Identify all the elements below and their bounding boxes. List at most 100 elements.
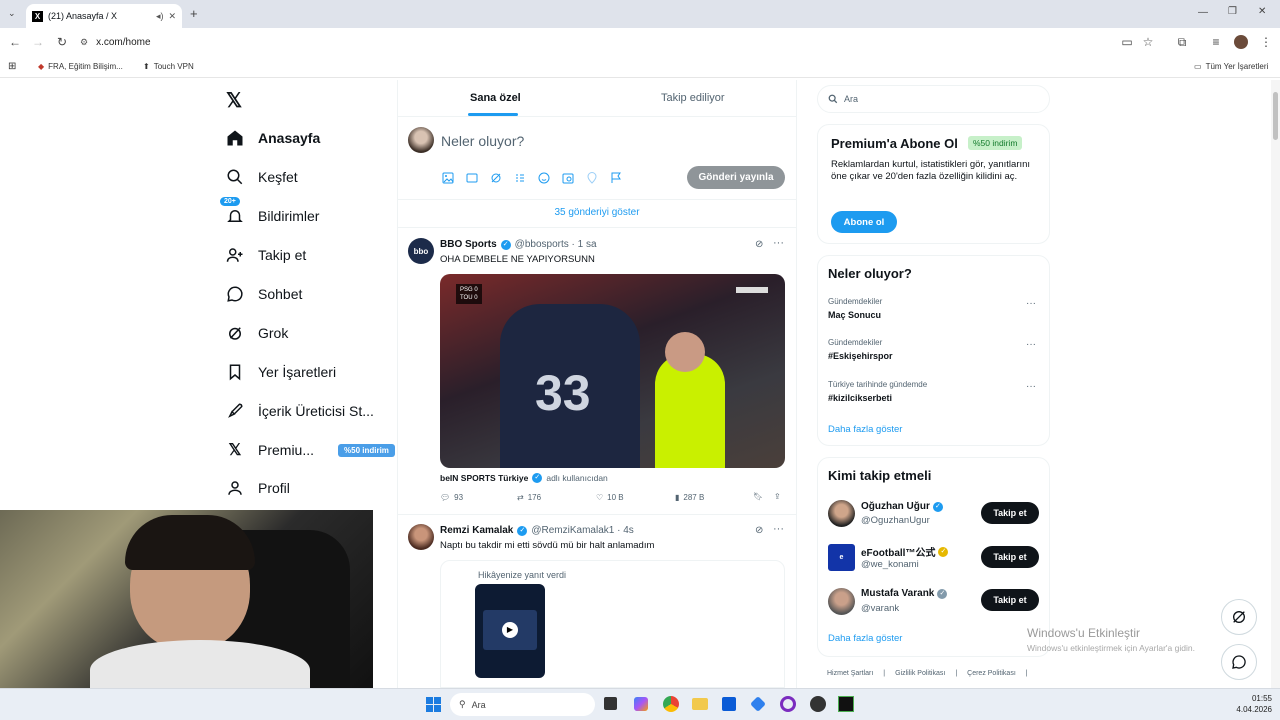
tab-for-you[interactable]: Sana özel [470, 92, 521, 106]
windows-start-icon[interactable] [426, 697, 441, 712]
tab-following[interactable]: Takip ediliyor [661, 92, 725, 106]
reply-button[interactable]: 💬︎ 93 [440, 493, 463, 502]
avatar[interactable] [408, 524, 434, 550]
nav-grok[interactable]: Grok [226, 318, 288, 348]
location-icon[interactable] [586, 171, 598, 189]
close-window-icon[interactable]: ✕ [1258, 6, 1266, 17]
poll-icon[interactable] [514, 171, 526, 189]
like-button[interactable]: ♡ 10 B [596, 493, 624, 502]
nav-home[interactable]: Anasayfa [226, 123, 320, 153]
post-button[interactable]: Gönderi yayınla [687, 166, 785, 189]
follow-suggestion-name[interactable]: Oğuzhan Uğur ✓ [861, 501, 943, 512]
bookmark-item[interactable]: ⬆ Touch VPN [143, 62, 194, 71]
profile-avatar-icon[interactable] [1234, 35, 1248, 49]
show-more-suggestions[interactable]: Daha fazla göster [828, 633, 902, 644]
more-icon[interactable]: ··· [1026, 298, 1036, 309]
tab-list-icon[interactable]: ⌄ [8, 8, 16, 19]
grok-post-icon[interactable]: ⊘ [755, 525, 763, 536]
back-icon[interactable]: ← [4, 35, 26, 49]
address-bar[interactable]: ⚙ x.com/home [80, 30, 1110, 54]
avatar[interactable]: bbo [408, 238, 434, 264]
browser-tab[interactable]: X (21) Anasayfa / X ◂) ✕ [26, 4, 182, 28]
nav-premium[interactable]: 𝕏 Premiu... %50 indirim [226, 435, 395, 465]
trend-item[interactable]: Gündemdekiler #Eskişehirspor [828, 338, 893, 361]
apps-grid-icon[interactable]: ⊞ [8, 61, 16, 72]
close-tab-icon[interactable]: ✕ [168, 11, 176, 22]
minimize-icon[interactable]: — [1198, 7, 1208, 18]
nav-chat[interactable]: Sohbet [226, 279, 302, 309]
post-video[interactable]: 33 PSG 0 TOU 0 [440, 274, 785, 468]
messages-floating-button[interactable] [1221, 644, 1257, 680]
follow-suggestion-name[interactable]: eFootball™公式 ✓ [861, 544, 949, 559]
obs-icon[interactable] [780, 696, 796, 712]
scrollbar[interactable] [1271, 80, 1280, 688]
taskbar-search[interactable]: ⚲ Ara [450, 693, 595, 716]
emoji-icon[interactable] [538, 171, 550, 189]
schedule-icon[interactable] [562, 171, 574, 189]
all-bookmarks[interactable]: ▭ Tüm Yer İşaretleri [1194, 62, 1268, 71]
site-info-icon[interactable]: ⚙ [80, 37, 88, 48]
follow-suggestion-name[interactable]: Mustafa Varank ✓ [861, 588, 948, 599]
follow-button[interactable]: Takip et [981, 502, 1039, 524]
more-icon[interactable]: ··· [773, 237, 784, 249]
trend-item[interactable]: Türkiye tarihinde gündemde #kizilcikserb… [828, 380, 927, 403]
scrollbar-thumb[interactable] [1273, 92, 1278, 140]
play-icon[interactable]: ▶ [502, 622, 518, 638]
more-icon[interactable]: ··· [773, 523, 784, 535]
file-explorer-icon[interactable] [692, 698, 708, 710]
reload-icon[interactable]: ↻ [51, 35, 73, 49]
share-icon[interactable]: ⇪ [774, 492, 781, 501]
footer-link[interactable]: Hizmet Şartları [827, 670, 873, 677]
grok-compose-icon[interactable] [490, 171, 502, 189]
star-icon[interactable]: ☆ [1137, 35, 1159, 49]
grok-floating-button[interactable] [1221, 599, 1257, 635]
show-more-trends[interactable]: Daha fazla göster [828, 424, 902, 435]
nav-creator-studio[interactable]: İçerik Üreticisi St... [226, 396, 374, 426]
post-author-name[interactable]: BBO Sports [440, 239, 497, 250]
grok-post-icon[interactable]: ⊘ [755, 239, 763, 250]
menu-icon[interactable]: ⋮ [1255, 35, 1277, 49]
clock[interactable]: 01:55 4.04.2026 [1228, 693, 1272, 715]
post-author-name[interactable]: Remzi Kamalak [440, 525, 513, 536]
x-logo-icon[interactable]: 𝕏 [226, 88, 242, 113]
new-tab-icon[interactable]: + [190, 6, 198, 21]
nav-explore[interactable]: Keşfet [226, 162, 298, 192]
flag-icon[interactable] [610, 171, 622, 189]
post-author-handle[interactable]: @RemziKamalak1 · 4s [531, 525, 633, 536]
follow-button[interactable]: Takip et [981, 589, 1039, 611]
video-source-name[interactable]: beIN SPORTS Türkiye [440, 473, 528, 483]
repost-button[interactable]: ⇄ 176 [517, 493, 541, 502]
story-thumbnail[interactable]: ▶ [475, 584, 545, 678]
quoted-story[interactable]: Hikâyenize yanıt verdi ▶ [440, 560, 785, 688]
nav-follow[interactable]: Takip et [226, 240, 306, 270]
more-icon[interactable]: ··· [1026, 339, 1036, 350]
forward-icon[interactable]: → [27, 35, 49, 49]
extensions-icon[interactable]: ⧉ [1171, 35, 1193, 50]
avatar[interactable] [408, 127, 434, 153]
avatar[interactable] [828, 500, 855, 527]
nav-profile[interactable]: Profil [226, 473, 290, 503]
install-app-icon[interactable]: ▭ [1116, 35, 1138, 49]
more-icon[interactable]: ··· [1026, 381, 1036, 392]
views-button[interactable]: ▮ 287 B [675, 493, 704, 502]
app-icon[interactable] [750, 696, 766, 712]
subscribe-button[interactable]: Abone ol [831, 211, 897, 233]
nav-notifications[interactable]: 20+ Bildirimler [220, 197, 319, 231]
image-icon[interactable] [442, 171, 454, 189]
avatar[interactable]: e [828, 544, 855, 571]
chrome-icon[interactable] [663, 696, 679, 712]
nav-bookmarks[interactable]: Yer İşaretleri [226, 357, 336, 387]
follow-button[interactable]: Takip et [981, 546, 1039, 568]
post-author-handle[interactable]: @bbosports · 1 sa [515, 239, 597, 250]
avatar[interactable] [828, 588, 855, 615]
search-box[interactable]: Ara [817, 85, 1050, 113]
compose-input[interactable]: Neler oluyor? [441, 133, 524, 149]
bookmark-post-icon[interactable]: 🔖︎ [753, 492, 763, 501]
footer-link[interactable]: Çerez Politikası [967, 670, 1016, 677]
footer-link[interactable]: Gizlilik Politikası [895, 670, 945, 677]
maximize-icon[interactable]: ❐ [1228, 6, 1237, 17]
store-icon[interactable] [722, 697, 736, 711]
reading-list-icon[interactable]: ≡ [1205, 35, 1227, 49]
trend-item[interactable]: Gündemdekiler Maç Sonucu [828, 297, 882, 320]
bookmark-item[interactable]: ◆ FRA, Eğitim Bilişim... [38, 62, 123, 71]
